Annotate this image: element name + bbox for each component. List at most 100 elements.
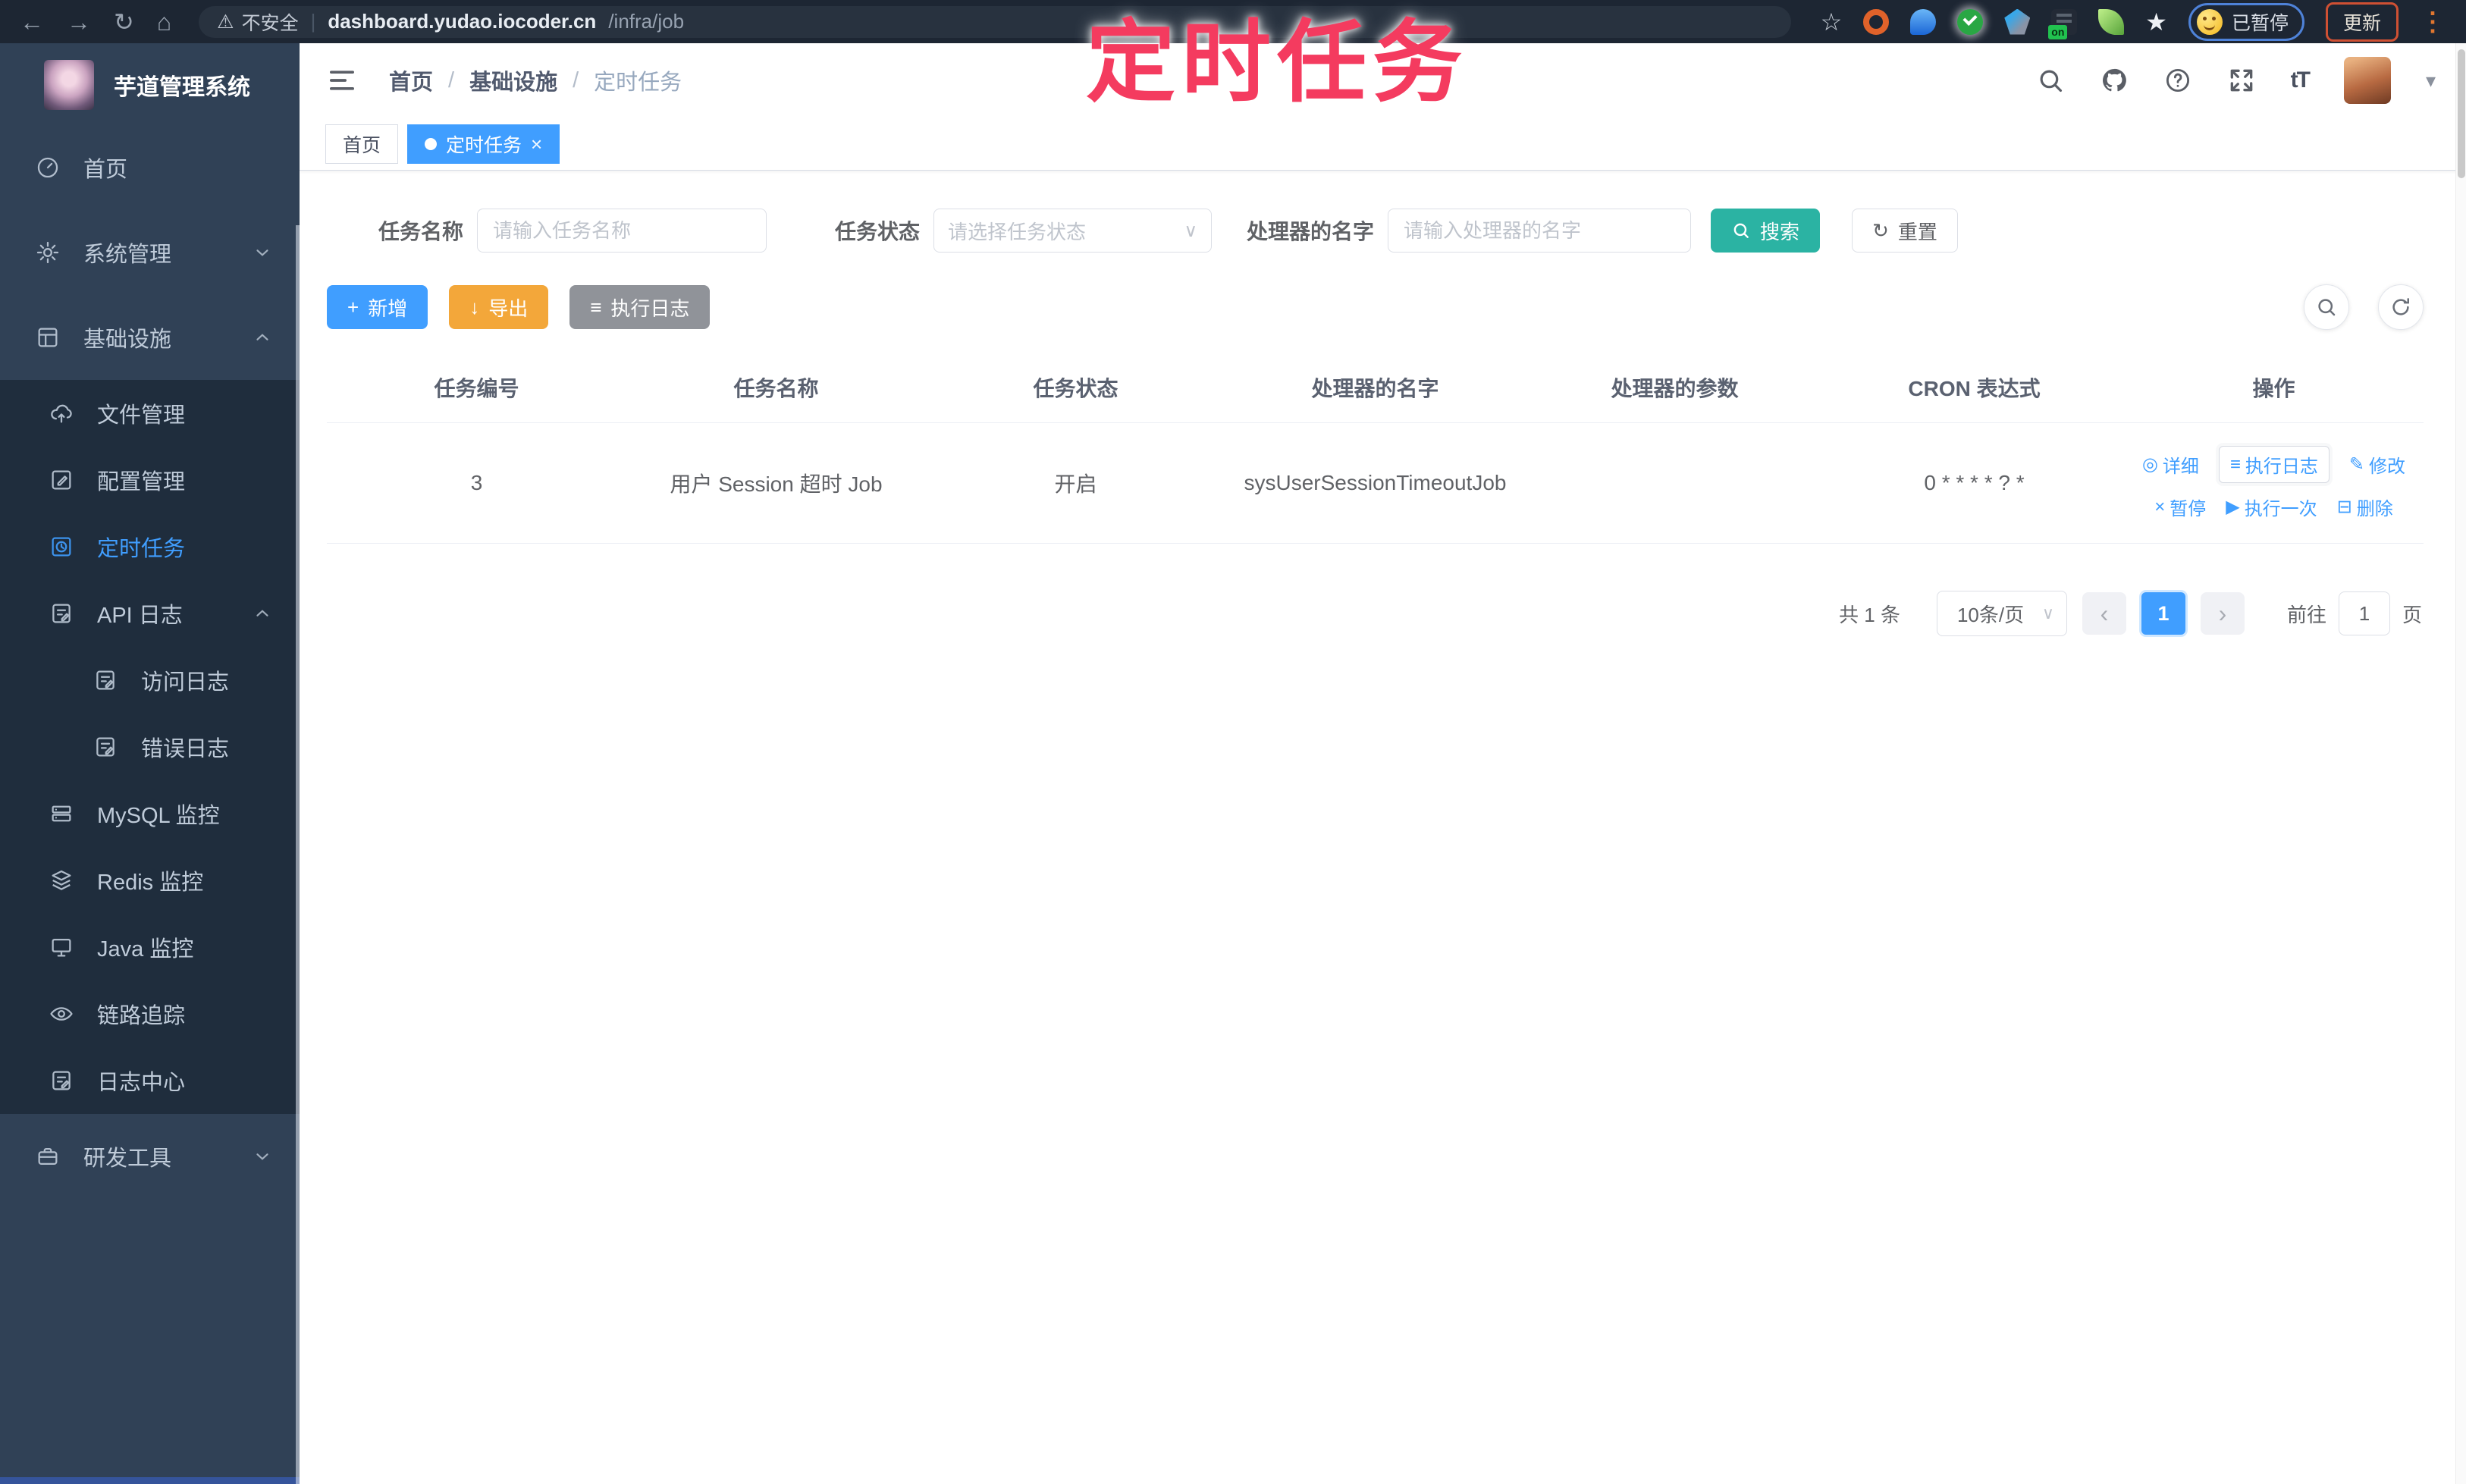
execution-log-button[interactable]: ≡ 执行日志: [569, 285, 711, 329]
search-icon: [1733, 223, 1749, 238]
extension-green-check-icon[interactable]: [1957, 8, 1984, 35]
search-button[interactable]: 搜索: [1711, 209, 1821, 253]
user-avatar[interactable]: [2343, 57, 2391, 104]
browser-home-icon[interactable]: ⌂: [157, 10, 171, 34]
sidebar-item-label: 研发工具: [83, 1147, 172, 1171]
execution-log-link[interactable]: ≡ 执行日志: [2218, 446, 2330, 483]
main-area: 首页 / 基础设施 / 定时任务 tT ▾ 首页 定时任务 × 任务名称 请输入…: [300, 43, 2466, 1484]
job-name-input[interactable]: [477, 209, 767, 253]
sidebar-item-dev-tools[interactable]: 研发工具: [0, 1114, 300, 1199]
close-icon[interactable]: ×: [531, 134, 542, 154]
paused-label: 已暂停: [2231, 12, 2289, 34]
export-button[interactable]: ↓ 导出: [449, 285, 549, 329]
active-tab-dot: [425, 137, 438, 150]
extension-blue-gem-icon[interactable]: [2004, 8, 2031, 35]
url-path: /infra/job: [608, 10, 685, 33]
search-toggle-button[interactable]: [2304, 284, 2349, 330]
emoji-face-icon: [2196, 8, 2223, 35]
extension-blue-drop-icon[interactable]: [1910, 8, 1937, 35]
handler-name-input[interactable]: [1388, 209, 1692, 253]
sidebar-item-label: 基础设施: [83, 328, 172, 352]
eye-icon: [50, 1007, 73, 1021]
sidebar-item-infra[interactable]: 基础设施: [0, 295, 300, 380]
github-icon[interactable]: [2100, 66, 2129, 95]
breadcrumb-home[interactable]: 首页: [389, 64, 433, 96]
sidebar-item-access-logs[interactable]: 访问日志: [0, 647, 300, 714]
sidebar-item-log-center[interactable]: 日志中心: [0, 1047, 300, 1114]
navbar-actions: tT ▾: [2036, 57, 2436, 104]
briefcase-icon: [38, 1147, 58, 1166]
font-size-icon[interactable]: tT: [2291, 67, 2311, 93]
app-logo-row[interactable]: 芋道管理系统: [0, 43, 300, 125]
detail-link[interactable]: ◎ 详细: [2142, 451, 2199, 478]
extension-white-star-icon[interactable]: ★: [2145, 9, 2167, 35]
extension-onoff-icon[interactable]: on: [2048, 8, 2078, 39]
pencil-icon: ✎: [2348, 454, 2365, 475]
sidebar-item-label: 访问日志: [141, 670, 230, 695]
sidebar-item-api-logs[interactable]: API 日志: [0, 580, 300, 647]
refresh-button[interactable]: [2378, 284, 2424, 330]
tab-scheduled-jobs[interactable]: 定时任务 ×: [407, 124, 560, 164]
pause-link[interactable]: × 暂停: [2154, 494, 2206, 520]
jobs-table: 任务编号 任务名称 任务状态 处理器的名字 处理器的参数 CRON 表达式 操作…: [327, 353, 2424, 544]
breadcrumb: 首页 / 基础设施 / 定时任务: [389, 64, 682, 96]
tab-home[interactable]: 首页: [325, 124, 399, 164]
sidebar-item-home[interactable]: 首页: [0, 125, 300, 210]
browser-back-icon[interactable]: ←: [20, 10, 44, 34]
job-status-select[interactable]: 请选择任务状态 ∨: [933, 209, 1213, 253]
extension-orange-ring-icon[interactable]: [1863, 8, 1890, 35]
search-icon[interactable]: [2036, 66, 2065, 95]
page-unit-label: 页: [2402, 603, 2422, 626]
job-status-label: 任务状态: [835, 220, 921, 243]
browser-reload-icon[interactable]: ↻: [114, 10, 134, 34]
sidebar-item-java-monitor[interactable]: Java 监控: [0, 914, 300, 980]
sidebar-item-redis-monitor[interactable]: Redis 监控: [0, 847, 300, 914]
fullscreen-icon[interactable]: [2227, 66, 2256, 95]
browser-forward-icon[interactable]: →: [67, 10, 91, 34]
security-label: 不安全: [241, 12, 299, 34]
add-button[interactable]: + 新增: [327, 285, 428, 329]
play-icon: ▶: [2226, 497, 2240, 517]
page-size-select[interactable]: 10条/页 ∨: [1936, 591, 2067, 636]
gear-icon: [36, 241, 59, 264]
app-title: 芋道管理系统: [114, 75, 250, 100]
sidebar-toggle-icon[interactable]: [327, 65, 357, 96]
goto-page-input[interactable]: [2338, 591, 2390, 635]
table-row: 3 用户 Session 超时 Job 开启 sysUserSessionTim…: [327, 422, 2424, 544]
edit-link[interactable]: ✎ 修改: [2349, 451, 2405, 478]
sidebar-item-scheduled-jobs[interactable]: 定时任务: [0, 513, 300, 580]
reset-button[interactable]: ↻ 重置: [1852, 209, 1958, 253]
table-toolbar: + 新增 ↓ 导出 ≡ 执行日志: [327, 284, 2424, 330]
sidebar-item-tracing[interactable]: 链路追踪: [0, 980, 300, 1047]
address-bar[interactable]: ⚠ 不安全 | dashboard.yudao.iocoder.cn /infr…: [199, 5, 1792, 38]
browser-menu-icon[interactable]: ⋮: [2420, 7, 2446, 37]
cloud-upload-icon: [51, 404, 72, 423]
prev-page-button[interactable]: ‹: [2082, 592, 2126, 635]
sidebar-item-config-management[interactable]: 配置管理: [0, 447, 300, 513]
page-scrollbar[interactable]: [2455, 43, 2466, 1484]
filter-form: 任务名称 任务状态 请选择任务状态 ∨ 处理器的名字 搜索 ↻ 重置: [378, 209, 2424, 253]
pagination: 共 1 条 10条/页 ∨ ‹ 1 › 前往 页: [300, 591, 2422, 636]
avatar-caret-icon[interactable]: ▾: [2426, 69, 2436, 93]
col-handler-name: 处理器的名字: [1225, 353, 1525, 423]
sidebar-item-error-logs[interactable]: 错误日志: [0, 714, 300, 780]
sidebar-item-mysql-monitor[interactable]: MySQL 监控: [0, 780, 300, 847]
cell-handler-params: [1525, 422, 1824, 544]
page-content: 任务名称 任务状态 请选择任务状态 ∨ 处理器的名字 搜索 ↻ 重置 + 新增: [300, 209, 2466, 636]
pause-link-label: 暂停: [2170, 499, 2207, 519]
col-job-status: 任务状态: [926, 353, 1225, 423]
run-once-link[interactable]: ▶ 执行一次: [2226, 494, 2317, 520]
sidebar-item-file-management[interactable]: 文件管理: [0, 380, 300, 447]
security-chip[interactable]: ⚠ 不安全: [217, 8, 298, 36]
paused-extension-pill[interactable]: 已暂停: [2188, 2, 2304, 41]
delete-link[interactable]: ⊟ 删除: [2337, 494, 2393, 520]
browser-update-button[interactable]: 更新: [2325, 2, 2399, 42]
breadcrumb-infra[interactable]: 基础设施: [469, 64, 557, 96]
sidebar-item-system[interactable]: 系统管理: [0, 210, 300, 295]
scrollbar-thumb[interactable]: [2458, 49, 2465, 178]
next-page-button[interactable]: ›: [2200, 592, 2245, 635]
extension-leaf-icon[interactable]: [2098, 8, 2125, 35]
page-number-1[interactable]: 1: [2141, 592, 2185, 635]
bookmark-star-icon[interactable]: ☆: [1821, 9, 1843, 35]
help-icon[interactable]: [2163, 66, 2192, 95]
